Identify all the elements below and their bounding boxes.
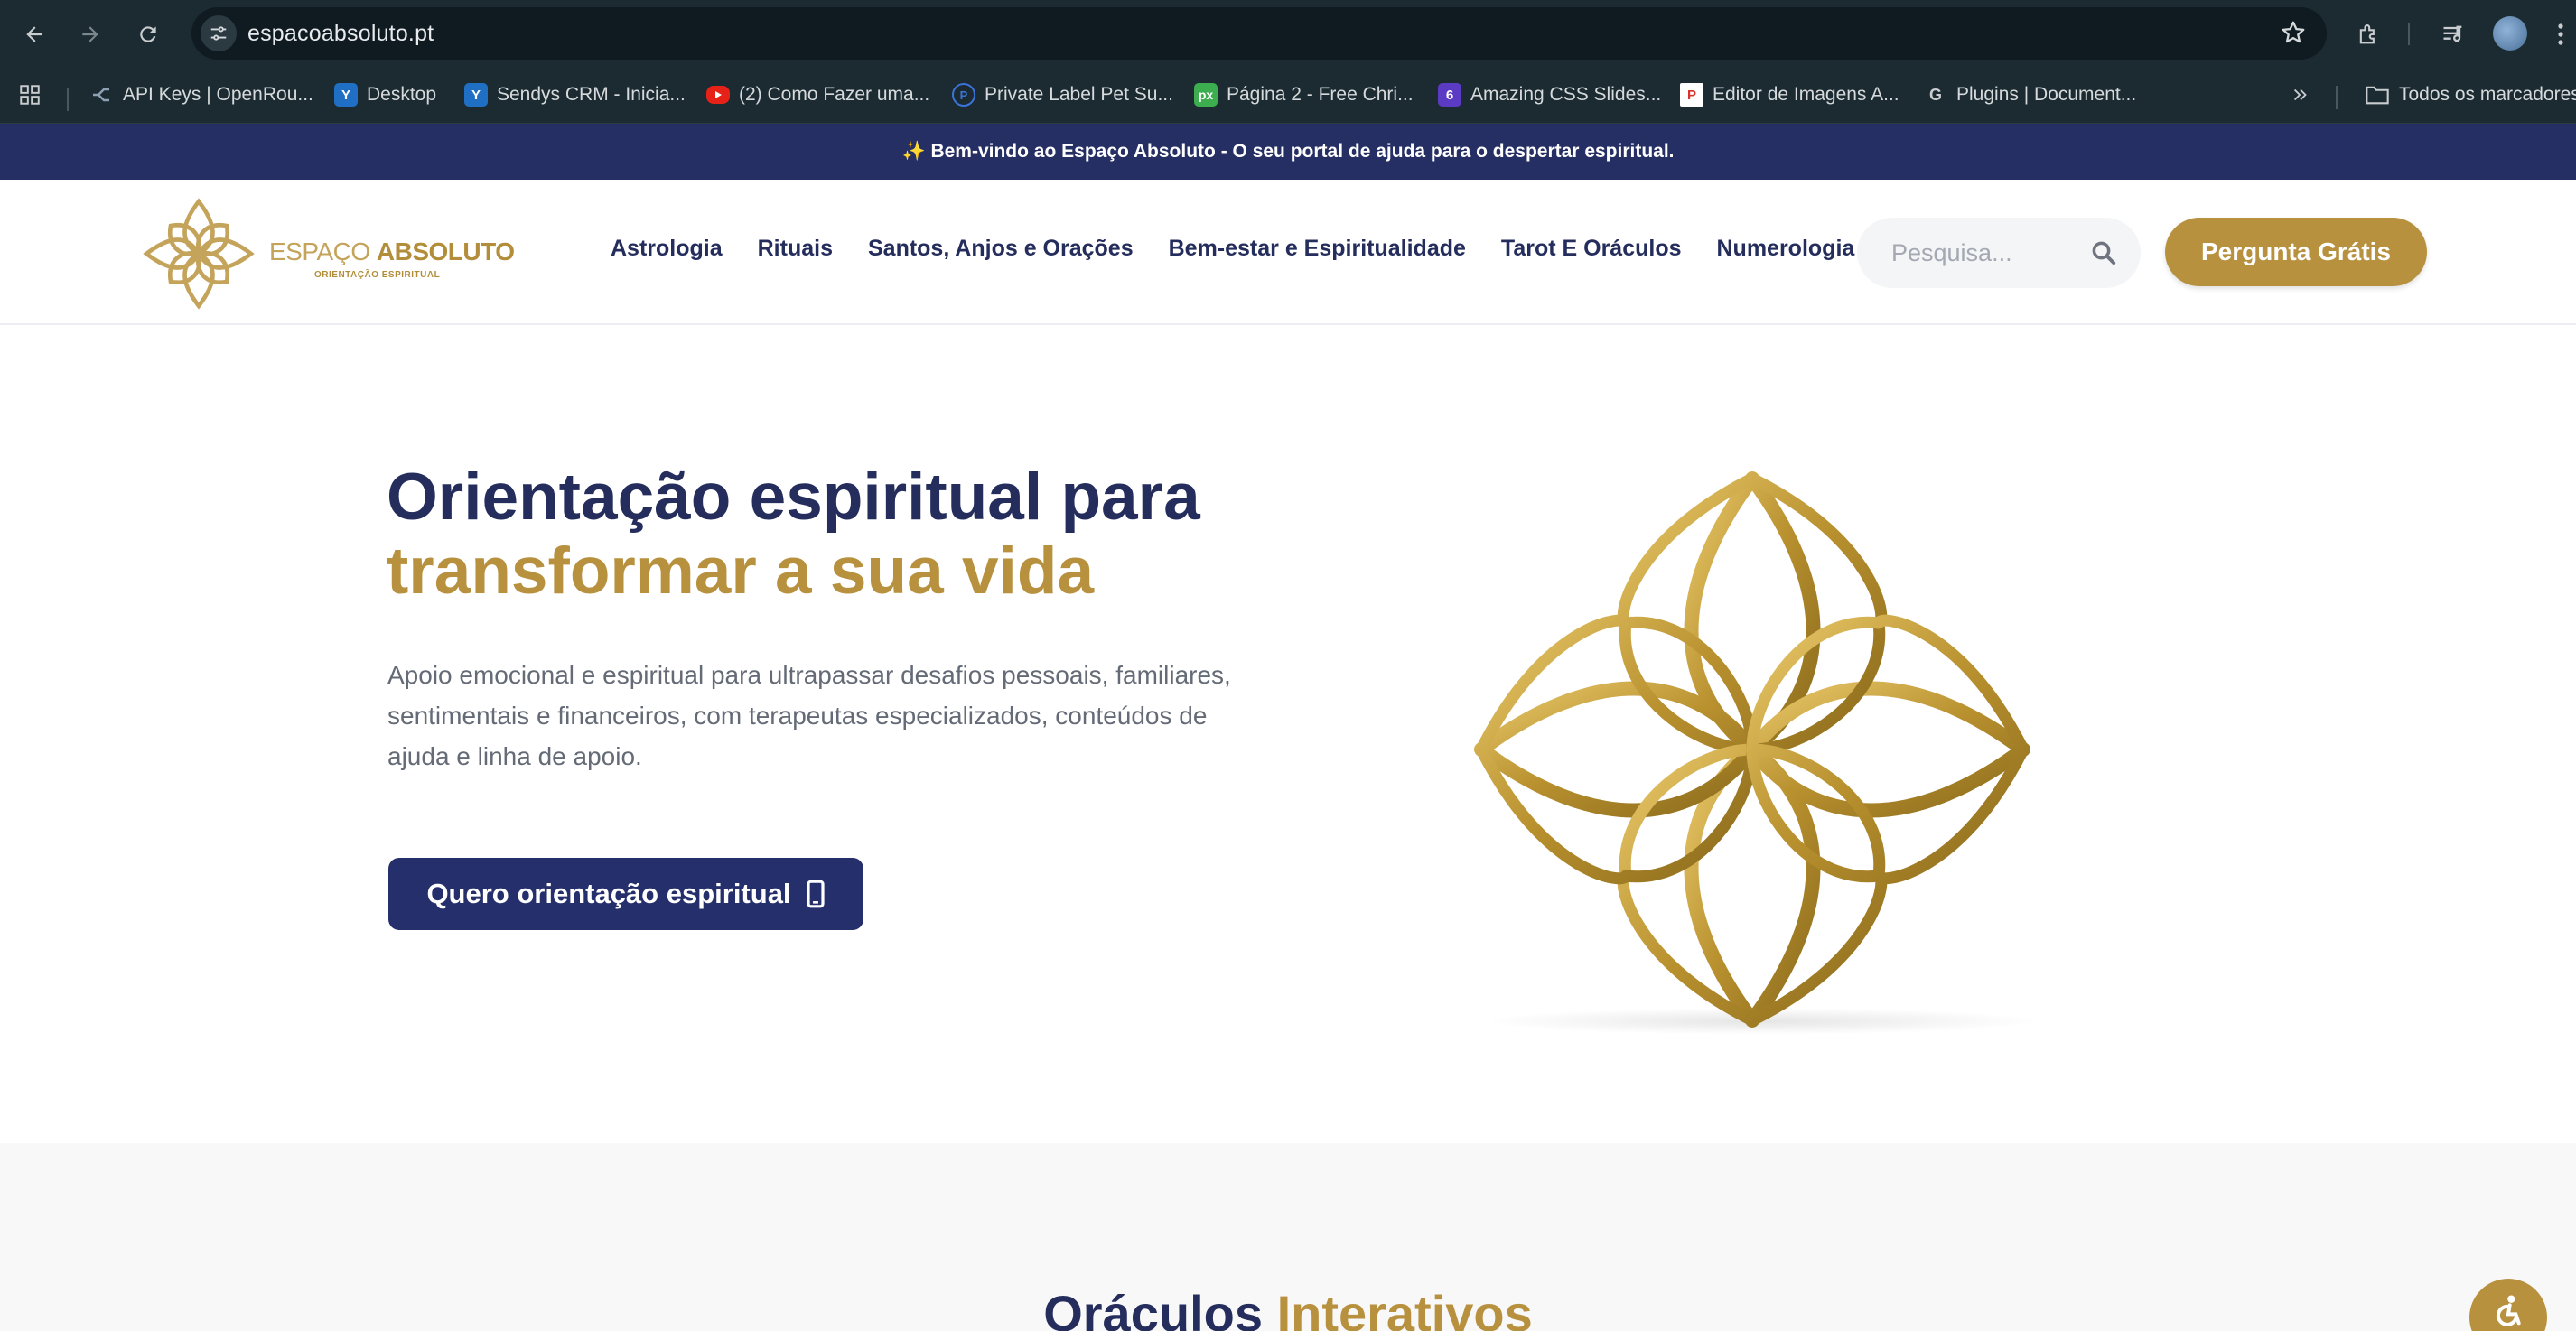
bookmarks-divider xyxy=(67,88,69,111)
nav-bem-estar-espiritualidade[interactable]: Bem-estar e Espiritualidade xyxy=(1169,236,1466,262)
hero-title: Orientação espiritual para transformar a… xyxy=(387,461,1200,609)
logo-word-espaco: ESPAÇO xyxy=(269,237,370,265)
bookmark-plugins[interactable]: G Plugins | Document... xyxy=(1924,80,2136,109)
hero-section: Orientação espiritual para transformar a… xyxy=(0,325,2576,1143)
search-icon[interactable] xyxy=(2090,239,2117,266)
smartphone-icon xyxy=(806,880,825,908)
hero-title-line2: transformar a sua vida xyxy=(387,535,1095,608)
bookmark-private-label[interactable]: P Private Label Pet Su... xyxy=(952,80,1173,109)
golden-mandala-emblem xyxy=(1474,471,2030,1028)
bookmark-pixabay[interactable]: px Página 2 - Free Chri... xyxy=(1194,80,1414,109)
nav-santos-anjos-oracoes[interactable]: Santos, Anjos e Orações xyxy=(868,236,1134,262)
section-title: Oráculos Interativos xyxy=(0,1284,2576,1331)
desktop-app-icon: Y xyxy=(334,83,358,107)
logo-wordmark: ESPAÇO ABSOLUTO xyxy=(269,237,515,266)
hero-description: Apoio emocional e espiritual para ultrap… xyxy=(387,661,1231,770)
bookmarks-divider xyxy=(2336,86,2338,109)
bookmarks-bar: API Keys | OpenRou... Y Desktop Y Sendys… xyxy=(0,68,2576,124)
more-vert-icon xyxy=(2558,23,2563,45)
puzzle-icon xyxy=(2359,24,2375,44)
bookmark-label: Private Label Pet Su... xyxy=(985,84,1173,105)
hero-cta-label: Quero orientação espiritual xyxy=(426,878,791,909)
forward-button[interactable] xyxy=(72,16,108,52)
logo-word-absoluto: ABSOLUTO xyxy=(376,237,515,265)
openrouter-icon xyxy=(90,83,114,107)
media-controls-button[interactable] xyxy=(2435,16,2471,52)
browser-toolbar: espacoabsoluto.pt xyxy=(0,0,2576,68)
bookmark-label: API Keys | OpenRou... xyxy=(123,84,313,105)
logo-emblem-icon xyxy=(143,198,255,310)
bookmark-sendys[interactable]: Y Sendys CRM - Inicia... xyxy=(464,80,686,109)
google-icon: G xyxy=(1928,85,1942,104)
search-box xyxy=(1857,218,2141,288)
free-question-button[interactable]: Pergunta Grátis xyxy=(2165,218,2427,286)
logo-tagline: ORIENTAÇÃO ESPIRITUAL xyxy=(314,270,441,280)
all-bookmarks-label: Todos os marcadores xyxy=(2399,84,2576,105)
nav-tarot-oraculos[interactable]: Tarot E Oráculos xyxy=(1501,236,1682,262)
bookmark-label: Amazing CSS Slides... xyxy=(1470,84,1662,105)
bookmark-css-slides[interactable]: 6 Amazing CSS Slides... xyxy=(1438,80,1661,109)
url-text: espacoabsoluto.pt xyxy=(247,21,434,46)
reload-icon xyxy=(140,26,156,42)
bookmark-label: Desktop xyxy=(367,84,437,105)
interactive-oracles-section: Oráculos Interativos xyxy=(0,1143,2576,1331)
apps-button[interactable] xyxy=(18,80,42,109)
announcement-text: ✨ Bem-vindo ao Espaço Absoluto - O seu p… xyxy=(901,141,1675,162)
pixabay-icon: px xyxy=(1194,83,1218,107)
hero-title-line1: Orientação espiritual para xyxy=(387,461,1200,534)
photopea-icon: P xyxy=(1680,83,1703,107)
back-button[interactable] xyxy=(16,16,52,52)
bookmark-label: (2) Como Fazer uma... xyxy=(739,84,930,105)
announcement-bar: ✨ Bem-vindo ao Espaço Absoluto - O seu p… xyxy=(0,124,2576,180)
tune-icon xyxy=(210,26,227,41)
search-input[interactable] xyxy=(1891,236,2090,270)
nav-rituais[interactable]: Rituais xyxy=(758,236,833,262)
folder-icon xyxy=(2366,86,2389,105)
back-arrow-icon xyxy=(26,26,42,42)
site-info-button[interactable] xyxy=(201,15,237,51)
forward-arrow-icon xyxy=(82,26,98,42)
playlist-icon xyxy=(2443,25,2462,42)
bookmark-label: Plugins | Document... xyxy=(1956,84,2137,105)
site-header: ESPAÇO ABSOLUTO ORIENTAÇÃO ESPIRITUAL As… xyxy=(0,180,2576,325)
apps-grid-icon xyxy=(20,85,40,105)
star-icon xyxy=(2282,21,2305,43)
all-bookmarks-folder[interactable]: Todos os marcadores xyxy=(2365,80,2576,109)
bookmark-youtube[interactable]: (2) Como Fazer uma... xyxy=(706,80,929,109)
extensions-button[interactable] xyxy=(2350,16,2386,52)
main-navigation: Astrologia Rituais Santos, Anjos e Oraçõ… xyxy=(611,236,1854,262)
private-label-icon: P xyxy=(952,83,975,107)
profile-avatar[interactable] xyxy=(2493,16,2527,51)
section-title-part2: Interativos xyxy=(1276,1285,1533,1331)
bookmark-label: Sendys CRM - Inicia... xyxy=(497,84,686,105)
bookmark-openrouter[interactable]: API Keys | OpenRou... xyxy=(90,80,313,109)
bookmark-desktop[interactable]: Y Desktop xyxy=(334,80,436,109)
site-logo[interactable]: ESPAÇO ABSOLUTO ORIENTAÇÃO ESPIRITUAL xyxy=(143,198,515,310)
nav-astrologia[interactable]: Astrologia xyxy=(611,236,723,262)
youtube-icon xyxy=(706,86,730,104)
bookmark-label: Editor de Imagens A... xyxy=(1713,84,1899,105)
sendys-icon: Y xyxy=(464,83,488,107)
bookmark-label: Página 2 - Free Chri... xyxy=(1227,84,1414,105)
nav-numerologia[interactable]: Numerologia xyxy=(1717,236,1855,262)
chrome-menu-button[interactable] xyxy=(2547,16,2574,52)
hero-cta-button[interactable]: Quero orientação espiritual xyxy=(388,858,863,930)
bookmarks-overflow-button[interactable] xyxy=(2291,80,2310,109)
toolbar-divider xyxy=(2408,23,2410,45)
address-bar[interactable]: espacoabsoluto.pt xyxy=(191,7,2327,60)
accessibility-icon xyxy=(2496,1295,2521,1326)
chevron-double-right-icon xyxy=(2293,88,2307,101)
bookmark-photopea[interactable]: P Editor de Imagens A... xyxy=(1680,80,1899,109)
bookmark-star-button[interactable] xyxy=(2280,19,2307,51)
six-icon: 6 xyxy=(1438,83,1461,107)
reload-button[interactable] xyxy=(130,16,166,52)
section-title-part1: Oráculos xyxy=(1043,1285,1263,1331)
